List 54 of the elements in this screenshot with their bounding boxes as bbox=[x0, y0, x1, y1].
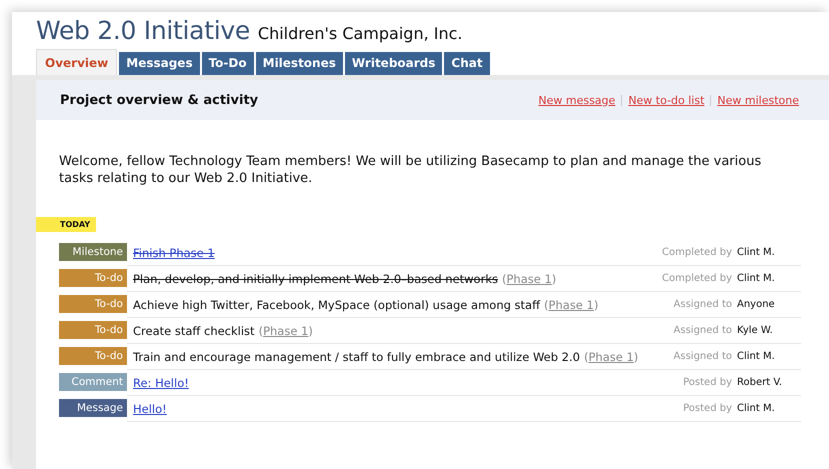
type-badge: Milestone bbox=[59, 243, 127, 261]
item-link[interactable]: Finish Phase 1 bbox=[133, 246, 215, 260]
welcome-text: Welcome, fellow Technology Team members! We will be utilizing Basecamp to plan and manage the various tasks relating to our Web 2.0 Initiative. bbox=[59, 153, 762, 187]
paren: ) bbox=[594, 298, 598, 312]
action-label: Assigned to bbox=[674, 299, 732, 310]
action-label: Completed by bbox=[662, 247, 732, 258]
action-label: Assigned to bbox=[674, 325, 732, 336]
nav-tab[interactable]: Messages bbox=[119, 52, 200, 75]
paren: ( bbox=[258, 324, 264, 338]
action-label: Posted by bbox=[683, 403, 732, 414]
phase-link[interactable]: Phase 1 bbox=[506, 272, 552, 286]
type-badge: To-do bbox=[59, 269, 127, 287]
action-link[interactable]: New milestone bbox=[717, 94, 799, 106]
nav-tab[interactable]: Writeboards bbox=[344, 52, 442, 75]
paren: ) bbox=[308, 324, 313, 338]
person-name: Clint M. bbox=[737, 403, 776, 414]
phase-link[interactable]: Phase 1 bbox=[263, 324, 308, 338]
phase-link[interactable]: Phase 1 bbox=[588, 350, 634, 364]
paren: ( bbox=[544, 298, 549, 312]
type-badge: To-do bbox=[59, 347, 127, 365]
type-badge: To-do bbox=[59, 295, 127, 313]
action-label: Posted by bbox=[683, 377, 732, 388]
person-name: Clint M. bbox=[737, 273, 776, 284]
item-link[interactable]: Re: Hello! bbox=[133, 376, 189, 390]
action-label: Assigned to bbox=[674, 351, 732, 362]
action-label: Completed by bbox=[662, 273, 732, 284]
action-link[interactable]: New message bbox=[538, 94, 616, 106]
nav-tab[interactable]: To-Do bbox=[202, 52, 254, 75]
paren: ( bbox=[502, 272, 506, 286]
nav-tab[interactable]: Chat bbox=[444, 52, 490, 75]
panel-heading: Project overview & activity bbox=[60, 92, 258, 108]
item-title: Create staff checklist bbox=[133, 324, 255, 338]
item-link[interactable]: Hello! bbox=[133, 402, 167, 416]
paren: ) bbox=[634, 350, 638, 364]
nav-tab[interactable]: Overview bbox=[36, 49, 118, 75]
action-link[interactable]: New to-do list bbox=[628, 94, 704, 106]
person-name: Clint M. bbox=[737, 351, 776, 362]
type-badge: Comment bbox=[59, 373, 127, 391]
company-name: Children's Campaign, Inc. bbox=[258, 24, 462, 43]
type-badge: Message bbox=[59, 399, 127, 417]
type-badge: To-do bbox=[59, 321, 127, 339]
item-title: Achieve high Twitter, Facebook, MySpace (optional) usage among staff bbox=[133, 298, 540, 312]
person-name: Anyone bbox=[737, 299, 776, 310]
nav-tab[interactable]: Milestones bbox=[256, 52, 343, 75]
person-name: Clint M. bbox=[737, 247, 776, 258]
day-label: TODAY bbox=[36, 217, 96, 232]
phase-link[interactable]: Phase 1 bbox=[548, 298, 594, 312]
paren: ) bbox=[552, 272, 556, 286]
item-title: Plan, develop, and initially implement Web 2.0–based networks bbox=[133, 272, 498, 286]
paren: ( bbox=[584, 350, 588, 364]
person-name: Robert V. bbox=[737, 377, 784, 388]
person-name: Kyle W. bbox=[737, 325, 774, 336]
item-title: Train and encourage management / staff to fully embrace and utilize Web 2.0 bbox=[133, 350, 580, 364]
project-title: Web 2.0 Initiative bbox=[36, 16, 250, 45]
